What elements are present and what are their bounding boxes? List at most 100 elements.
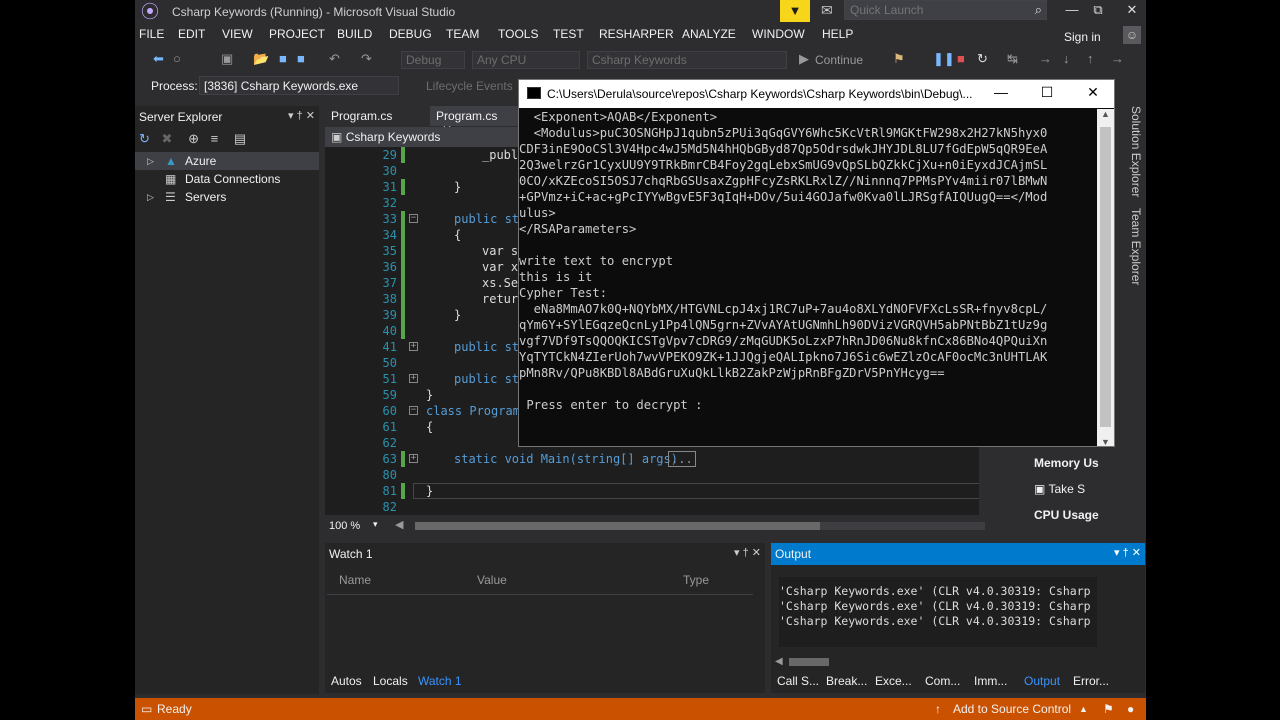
- sign-in-link[interactable]: Sign in: [1064, 30, 1101, 44]
- menu-debug[interactable]: DEBUG: [389, 27, 432, 41]
- zoom-dropdown-icon[interactable]: ▾: [373, 519, 378, 530]
- menu-tools[interactable]: TOOLS: [498, 27, 538, 41]
- close-button[interactable]: ✕: [1115, 0, 1146, 22]
- column-name[interactable]: Name: [339, 573, 371, 587]
- output-scroll-left-icon[interactable]: ◀: [775, 656, 783, 667]
- console-window[interactable]: C:\Users\Derula\source\repos\Csharp Keyw…: [518, 79, 1115, 447]
- menu-team[interactable]: TEAM: [446, 27, 479, 41]
- step-out-icon[interactable]: ↑: [1087, 51, 1094, 66]
- column-value[interactable]: Value: [477, 573, 507, 587]
- scroll-left-icon[interactable]: ◀: [395, 518, 403, 531]
- tree-item-servers[interactable]: ▷ ☰ Servers: [135, 188, 319, 206]
- connect-server-icon[interactable]: ≡: [211, 131, 219, 146]
- output-text[interactable]: 'Csharp Keywords.exe' (CLR v4.0.30319: C…: [779, 577, 1097, 647]
- tab-command-window[interactable]: Com...: [925, 674, 960, 694]
- console-output[interactable]: <Exponent>AQAB</Exponent> <Modulus>puC3O…: [519, 109, 1097, 446]
- output-hscroll-thumb[interactable]: [789, 658, 829, 666]
- console-maximize-button[interactable]: ☐: [1027, 84, 1067, 101]
- panel-controls[interactable]: ▾ † ✕: [1114, 546, 1141, 559]
- step-into-icon[interactable]: →: [1039, 51, 1052, 66]
- zoom-level[interactable]: 100 %: [329, 520, 360, 532]
- redo-icon[interactable]: ↷: [361, 51, 372, 67]
- scrollbar-thumb[interactable]: [415, 522, 820, 530]
- take-snapshot-button[interactable]: ▣ Take S: [1028, 477, 1114, 501]
- memory-usage-header[interactable]: Memory Us: [1028, 451, 1114, 475]
- tab-locals[interactable]: Locals: [373, 674, 408, 694]
- source-control-arrow-icon[interactable]: ▲: [1079, 704, 1088, 714]
- diagnostics-icon[interactable]: ⚑: [893, 51, 905, 67]
- lifecycle-events-button[interactable]: Lifecycle Events: [426, 79, 513, 93]
- connect-database-icon[interactable]: ⊕: [188, 131, 199, 146]
- undo-icon[interactable]: ↶: [329, 51, 340, 67]
- platform-dropdown[interactable]: Any CPU: [472, 51, 580, 69]
- continue-icon[interactable]: ▶: [799, 51, 809, 67]
- restart-icon[interactable]: ↻: [977, 51, 988, 67]
- solution-explorer-tab[interactable]: Solution Explorer: [1125, 106, 1143, 206]
- tab-breakpoints[interactable]: Break...: [826, 674, 867, 694]
- continue-button[interactable]: Continue: [815, 53, 863, 67]
- menu-project[interactable]: PROJECT: [269, 27, 325, 41]
- quick-launch-input[interactable]: [845, 1, 1025, 19]
- save-all-icon[interactable]: ■: [297, 51, 305, 66]
- panel-controls[interactable]: ▾ † ✕: [288, 109, 315, 122]
- stop-icon[interactable]: ■: [957, 51, 965, 66]
- tree-item-data-connections[interactable]: ▦ Data Connections: [135, 170, 319, 188]
- collapsed-region-marker[interactable]: ...: [668, 451, 696, 467]
- feedback-icon[interactable]: ✉: [821, 2, 833, 19]
- tab-watch-1[interactable]: Watch 1: [418, 674, 462, 694]
- horizontal-scrollbar[interactable]: [415, 522, 985, 530]
- scroll-down-icon[interactable]: ▼: [1101, 437, 1110, 446]
- fold-toggle-icon[interactable]: −: [409, 406, 418, 415]
- tab-exception-settings[interactable]: Exce...: [875, 674, 912, 694]
- search-icon[interactable]: ⌕: [1035, 2, 1042, 18]
- console-scrollbar-thumb[interactable]: [1100, 127, 1111, 427]
- console-close-button[interactable]: ✕: [1073, 84, 1113, 101]
- step-over-icon[interactable]: ↓: [1063, 51, 1070, 66]
- fold-toggle-icon[interactable]: +: [409, 342, 418, 351]
- config-dropdown[interactable]: Debug: [401, 51, 465, 69]
- show-next-statement-icon[interactable]: ↹: [1007, 51, 1018, 67]
- tree-item-azure[interactable]: ▷ ▲ Azure: [135, 152, 319, 170]
- menu-window[interactable]: WINDOW: [752, 27, 805, 41]
- team-explorer-tab[interactable]: Team Explorer: [1125, 208, 1143, 298]
- fold-toggle-icon[interactable]: +: [409, 454, 418, 463]
- process-dropdown[interactable]: [3836] Csharp Keywords.exe: [199, 76, 399, 95]
- menu-file[interactable]: FILE: [139, 27, 164, 41]
- add-to-source-control-button[interactable]: Add to Source Control: [953, 702, 1071, 716]
- filter-icon[interactable]: ▼: [780, 0, 810, 22]
- notifications-icon[interactable]: ⚑: [1103, 702, 1114, 716]
- column-type[interactable]: Type: [683, 573, 709, 587]
- expand-icon[interactable]: ▷: [147, 188, 154, 206]
- expand-icon[interactable]: ▷: [147, 152, 154, 170]
- account-avatar-icon[interactable]: ☺: [1123, 26, 1141, 44]
- console-minimize-button[interactable]: —: [981, 84, 1021, 100]
- menu-analyze[interactable]: ANALYZE: [682, 27, 736, 41]
- tab-program-cs-2[interactable]: Program.cs ✕: [430, 106, 520, 137]
- tab-output[interactable]: Output: [1024, 674, 1060, 694]
- panel-controls[interactable]: ▾ † ✕: [734, 546, 761, 559]
- stop-refresh-icon[interactable]: ✖: [162, 131, 173, 146]
- quick-launch[interactable]: ⌕: [844, 0, 1047, 20]
- menu-test[interactable]: TEST: [553, 27, 584, 41]
- save-icon[interactable]: ■: [279, 51, 287, 66]
- menu-build[interactable]: BUILD: [337, 27, 372, 41]
- restore-button[interactable]: ⧉: [1081, 0, 1115, 22]
- new-project-icon[interactable]: ▣: [221, 51, 233, 67]
- cpu-usage-header[interactable]: CPU Usage: [1028, 503, 1114, 527]
- feedback-smiley-icon[interactable]: ●: [1127, 702, 1134, 716]
- menu-help[interactable]: HELP: [822, 27, 853, 41]
- tab-call-stack[interactable]: Call S...: [777, 674, 819, 694]
- properties-icon[interactable]: ▤: [234, 131, 246, 146]
- tab-program-cs-1[interactable]: Program.cs: [325, 106, 425, 126]
- menu-edit[interactable]: EDIT: [178, 27, 205, 41]
- menu-resharper[interactable]: RESHARPER: [599, 27, 674, 41]
- menu-view[interactable]: VIEW: [222, 27, 253, 41]
- tab-immediate-window[interactable]: Imm...: [974, 674, 1007, 694]
- navigate-back-icon[interactable]: ⬅: [153, 51, 164, 67]
- console-scrollbar[interactable]: ▲ ▼: [1097, 109, 1114, 446]
- startup-project-dropdown[interactable]: Csharp Keywords: [587, 51, 787, 69]
- more-toolbar-icon[interactable]: →: [1111, 51, 1124, 66]
- fold-toggle-icon[interactable]: −: [409, 214, 418, 223]
- scroll-up-icon[interactable]: ▲: [1101, 109, 1110, 119]
- open-file-icon[interactable]: 📂: [253, 51, 269, 67]
